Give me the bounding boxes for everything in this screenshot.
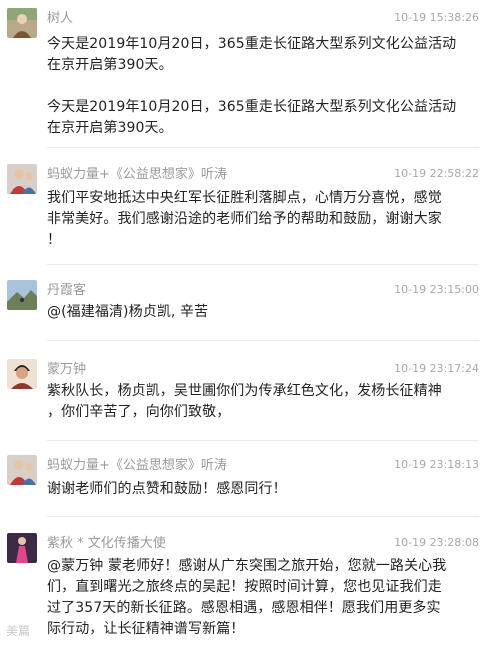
watermark-logo: 美篇 bbox=[6, 624, 31, 638]
mountain-avatar-icon[interactable] bbox=[7, 280, 37, 310]
timestamp: 10-19 15:38:26 bbox=[394, 11, 479, 24]
timestamp: 10-19 23:28:08 bbox=[394, 536, 479, 549]
divider bbox=[47, 147, 479, 148]
divider bbox=[47, 516, 479, 517]
comment-text: 紫秋队长，杨贞凯，吴世圃你们为传承红色文化，发杨长征精神 ，你们辛苦了，向你们致… bbox=[47, 383, 442, 420]
username[interactable]: 紫秋 * 文化传播大使 bbox=[47, 536, 166, 552]
timestamp: 10-19 22:58:22 bbox=[394, 167, 479, 180]
username[interactable]: 蚂蚁力量+《公益思想家》听涛 bbox=[47, 167, 227, 183]
pink-dress-avatar-icon[interactable] bbox=[7, 533, 37, 563]
divider bbox=[47, 340, 479, 341]
red-scarf-avatar-icon[interactable] bbox=[7, 455, 37, 485]
timestamp: 10-19 23:17:24 bbox=[394, 362, 479, 375]
divider bbox=[47, 264, 479, 265]
comment-text: @(福建福清)杨贞凯, 辛苦 bbox=[47, 304, 209, 320]
timestamp: 10-19 23:18:13 bbox=[394, 458, 479, 471]
comment-text: 今天是2019年10月20日，365重走长征路大型系列文化公益活动 在京开启第3… bbox=[47, 36, 457, 136]
username[interactable]: 树人 bbox=[47, 11, 73, 27]
username[interactable]: 蚂蚁力量+《公益思想家》听涛 bbox=[47, 458, 227, 474]
red-scarf-avatar-icon[interactable] bbox=[7, 164, 37, 194]
username[interactable]: 丹霞客 bbox=[47, 283, 86, 299]
comment-text: @蒙万钟 蒙老师好！感谢从广东突围之旅开始，您就一路关心我 们，直到曙光之旅终点… bbox=[47, 558, 447, 637]
portrait-avatar-icon[interactable] bbox=[7, 359, 37, 389]
username[interactable]: 蒙万钟 bbox=[47, 362, 86, 378]
comment-text: 谢谢老师们的点赞和鼓励！感恩同行！ bbox=[47, 481, 287, 497]
timestamp: 10-19 23:15:00 bbox=[394, 283, 479, 296]
divider bbox=[47, 440, 479, 441]
tree-person-avatar-icon[interactable] bbox=[7, 8, 37, 38]
comment-text: 我们平安地抵达中央红军长征胜利落脚点，心情万分喜悦，感觉 非常美好。我们感谢沿途… bbox=[47, 190, 442, 248]
